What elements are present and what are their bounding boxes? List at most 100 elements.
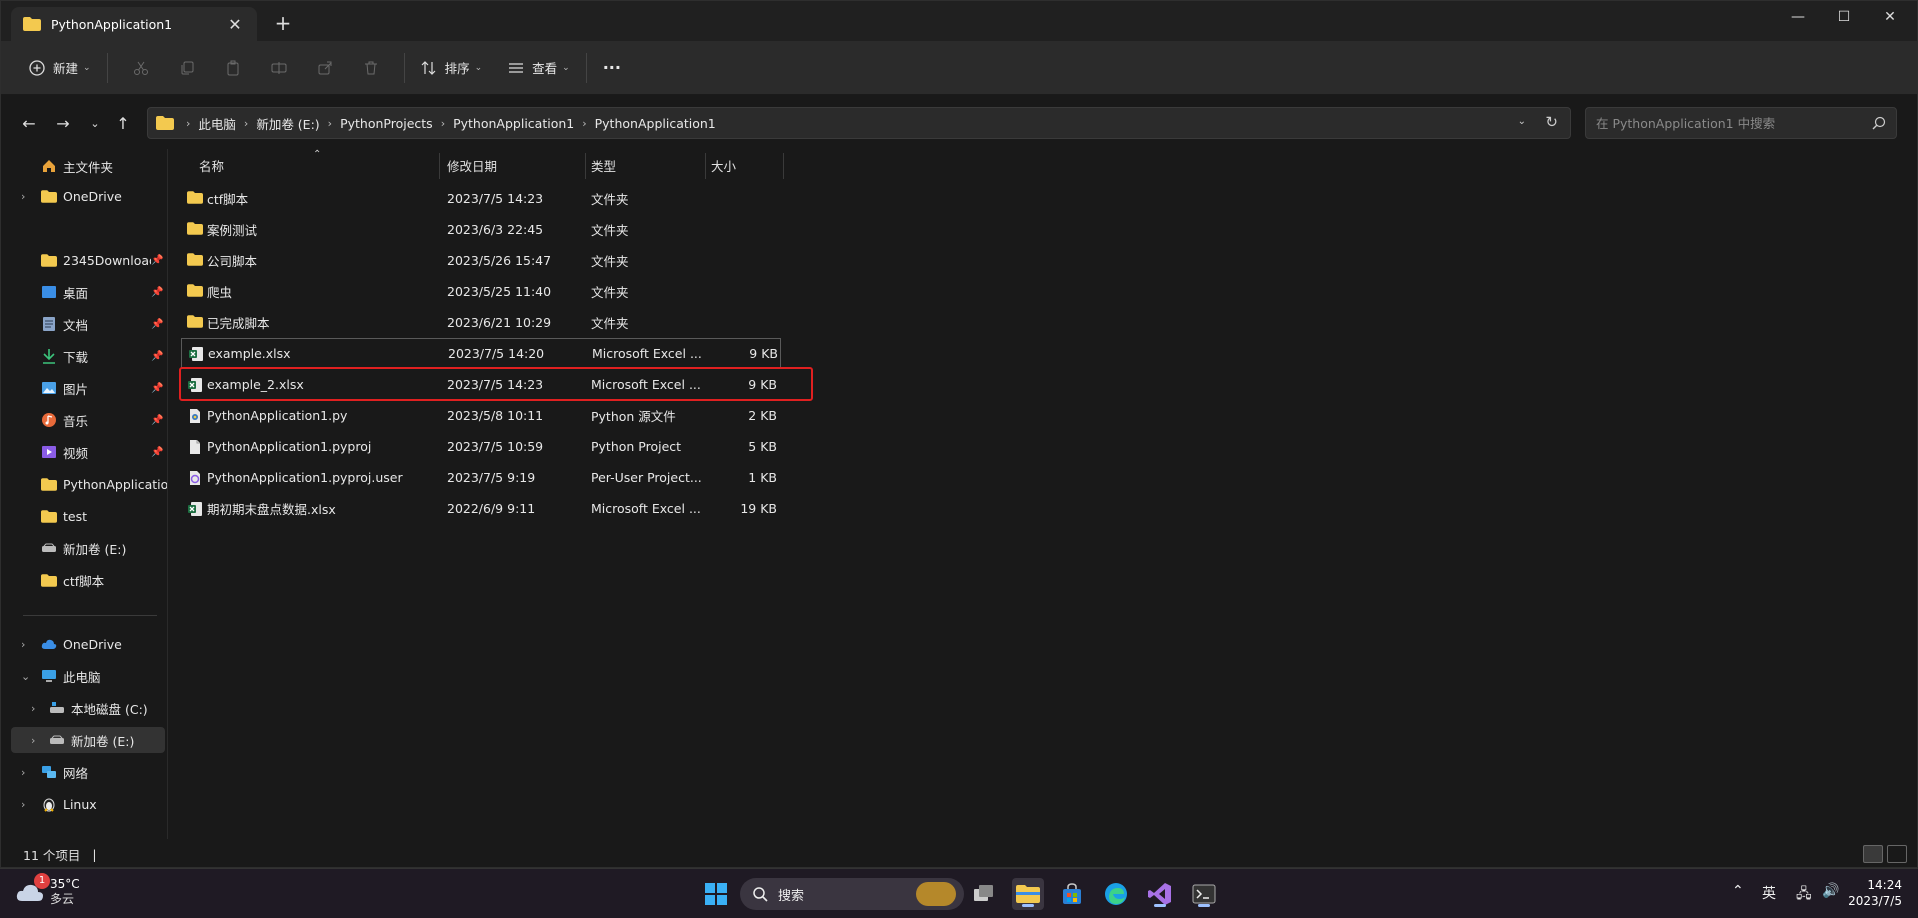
address-dropdown-icon[interactable]: ⌄ [1518, 116, 1526, 127]
sidebar-item-home[interactable]: 主文件夹 [1, 153, 167, 179]
sidebar-item-videos[interactable]: 视频 📌 [1, 439, 167, 465]
close-button[interactable]: ✕ [1867, 1, 1913, 33]
folder-icon [187, 221, 203, 238]
file-row[interactable]: PythonApplication1.pyproj 2023/7/5 10:59 P… [181, 431, 781, 462]
tab-python-application[interactable]: PythonApplication1 ✕ [11, 7, 257, 41]
file-row[interactable]: ctf脚本 2023/7/5 14:23 文件夹 [181, 183, 781, 214]
system-clock[interactable]: 14:24 2023/7/5 [1848, 877, 1902, 909]
file-row[interactable]: example.xlsx 2023/7/5 14:20 Microsoft Exce… [181, 338, 781, 369]
sidebar-divider [23, 615, 157, 616]
more-options-button[interactable]: ··· [597, 52, 627, 84]
file-row[interactable]: PythonApplication1.pyproj.user 2023/7/5 9… [181, 462, 781, 493]
file-row[interactable]: 已完成脚本 2023/6/21 10:29 文件夹 [181, 307, 781, 338]
folder-icon [187, 314, 203, 331]
pin-icon: 📌 [151, 318, 164, 330]
sidebar-item-this-pc[interactable]: ⌄ 此电脑 [1, 663, 167, 689]
file-explorer-taskbar-icon[interactable] [1012, 878, 1044, 910]
file-row[interactable]: 公司脚本 2023/5/26 15:47 文件夹 [181, 245, 781, 276]
maximize-button[interactable]: ☐ [1821, 1, 1867, 33]
large-icons-view-button[interactable] [1887, 845, 1907, 863]
file-row[interactable]: 案例测试 2023/6/3 22:45 文件夹 [181, 214, 781, 245]
search-input[interactable] [1596, 115, 1866, 131]
sidebar-item-onedrive[interactable]: › OneDrive [1, 631, 167, 657]
taskbar-search[interactable]: 搜索 [740, 878, 964, 910]
copy-icon[interactable] [175, 56, 199, 80]
sidebar-item-onedrive-personal[interactable]: › OneDrive [1, 183, 167, 209]
view-button[interactable]: 查看 ⌄ [502, 52, 576, 84]
breadcrumb-python-application[interactable]: PythonApplication1 [453, 116, 574, 131]
breadcrumb-python-projects[interactable]: PythonProjects [340, 116, 433, 131]
weather-widget[interactable]: 1 35°C 多云 [16, 873, 80, 907]
file-row[interactable]: 爬虫 2023/5/25 11:40 文件夹 [181, 276, 781, 307]
microsoft-store-icon[interactable] [1056, 878, 1088, 910]
sidebar-item-2345downloads[interactable]: 2345Downloads 📌 [1, 247, 167, 273]
sidebar-item-linux[interactable]: › Linux [1, 791, 167, 817]
sidebar-item-desktop[interactable]: 桌面 📌 [1, 279, 167, 305]
up-arrow-icon[interactable]: ↑ [111, 111, 135, 135]
address-bar[interactable]: › 此电脑 › 新加卷 (E:) › PythonProjects › Pyth… [147, 107, 1571, 139]
folder-icon [156, 116, 174, 130]
sidebar-item-drive-e-quick[interactable]: 新加卷 (E:) [1, 535, 167, 561]
sidebar-item-python-application[interactable]: PythonApplication1 [1, 471, 167, 497]
task-view-icon[interactable] [968, 878, 1000, 910]
show-hidden-icons-chevron[interactable]: ⌃ [1732, 883, 1744, 899]
column-separator[interactable] [705, 153, 706, 179]
delete-icon[interactable] [359, 56, 383, 80]
minimize-button[interactable]: — [1775, 1, 1821, 33]
folder-icon [41, 508, 57, 524]
sidebar-item-network[interactable]: › 网络 [1, 759, 167, 785]
new-tab-button[interactable]: + [271, 11, 295, 35]
share-icon[interactable] [313, 56, 337, 80]
sidebar-item-ctf-scripts[interactable]: ctf脚本 [1, 567, 167, 593]
chevron-down-icon: ⌄ [83, 62, 91, 73]
terminal-icon[interactable] [1188, 878, 1220, 910]
sidebar-label: 新加卷 (E:) [63, 541, 127, 557]
column-separator[interactable] [585, 153, 586, 179]
recent-locations-chevron-icon[interactable]: ⌄ [83, 111, 107, 135]
chevron-right-icon[interactable]: › [21, 798, 25, 811]
column-header-date[interactable]: 修改日期 [447, 149, 497, 181]
chevron-right-icon[interactable]: › [21, 190, 25, 203]
sidebar-item-drive-e[interactable]: › 新加卷 (E:) [11, 727, 165, 753]
column-separator[interactable] [783, 153, 784, 179]
volume-icon[interactable]: 🔊 [1822, 883, 1839, 899]
search-box[interactable] [1585, 107, 1897, 139]
chevron-down-icon[interactable]: ⌄ [21, 670, 30, 683]
breadcrumb-this-pc[interactable]: 此电脑 [198, 114, 236, 133]
network-status-icon[interactable]: 🖧 [1796, 883, 1812, 907]
details-view-button[interactable] [1863, 845, 1883, 863]
tab-close-button[interactable]: ✕ [225, 15, 245, 34]
rename-icon[interactable] [267, 56, 291, 80]
sidebar-item-drive-c[interactable]: › 本地磁盘 (C:) [1, 695, 167, 721]
edge-browser-icon[interactable] [1100, 878, 1132, 910]
sidebar-item-music[interactable]: 音乐 📌 [1, 407, 167, 433]
file-row[interactable]: PythonApplication1.py 2023/5/8 10:11 Pytho… [181, 400, 781, 431]
back-arrow-icon[interactable]: ← [17, 111, 41, 135]
chevron-right-icon[interactable]: › [31, 702, 35, 715]
sidebar-item-test[interactable]: test [1, 503, 167, 529]
chevron-right-icon[interactable]: › [21, 766, 25, 779]
refresh-icon[interactable]: ↻ [1545, 113, 1558, 131]
pane-splitter[interactable] [167, 149, 168, 839]
column-header-name[interactable]: 名称 [199, 149, 224, 181]
column-header-size[interactable]: 大小 [711, 149, 736, 181]
breadcrumb-drive-e[interactable]: 新加卷 (E:) [256, 114, 319, 133]
start-button[interactable] [700, 878, 732, 910]
forward-arrow-icon[interactable]: → [51, 111, 75, 135]
sidebar-item-pictures[interactable]: 图片 📌 [1, 375, 167, 401]
sidebar-item-downloads[interactable]: 下载 📌 [1, 343, 167, 369]
paste-icon[interactable] [221, 56, 245, 80]
new-button[interactable]: 新建 ⌄ [23, 52, 97, 84]
breadcrumb-python-application-current[interactable]: PythonApplication1 [595, 116, 716, 131]
chevron-right-icon[interactable]: › [21, 638, 25, 651]
notification-badge: 1 [34, 873, 50, 889]
sort-button[interactable]: 排序 ⌄ [415, 52, 489, 84]
visual-studio-icon[interactable] [1144, 878, 1176, 910]
cut-icon[interactable] [129, 56, 153, 80]
column-header-type[interactable]: 类型 [591, 149, 616, 181]
file-row[interactable]: 期初期末盘点数据.xlsx 2022/6/9 9:11 Microsoft Exce… [181, 493, 781, 524]
column-separator[interactable] [439, 153, 440, 179]
chevron-right-icon[interactable]: › [31, 734, 35, 747]
sidebar-item-documents[interactable]: 文档 📌 [1, 311, 167, 337]
input-method-indicator[interactable]: 英 [1762, 883, 1776, 903]
